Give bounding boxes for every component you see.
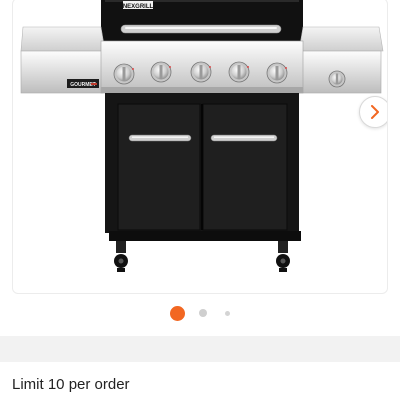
section-divider <box>0 336 400 362</box>
carousel-dot-3[interactable] <box>225 310 230 316</box>
grill-product-image: NEXGRILL GOURMET <box>20 0 384 272</box>
order-limit-text: Limit 10 per order <box>12 376 130 393</box>
carousel-dot-1[interactable] <box>170 305 185 321</box>
carousel-pagination <box>0 304 400 322</box>
chevron-right-icon <box>371 105 379 119</box>
lid-brand-logo: NEXGRILL <box>123 4 154 10</box>
carousel-next-button[interactable] <box>359 96 387 128</box>
product-image-card[interactable]: NEXGRILL GOURMET <box>12 0 388 294</box>
carousel-dot-2[interactable] <box>199 309 207 317</box>
chevron-right-icon-path <box>371 105 379 119</box>
